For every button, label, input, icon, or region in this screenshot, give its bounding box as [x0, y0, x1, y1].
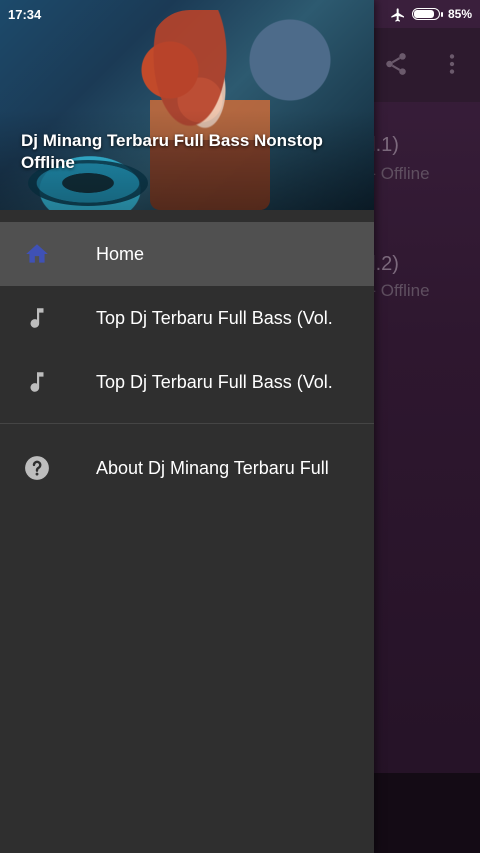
menu-item-top-dj-vol2[interactable]: Top Dj Terbaru Full Bass (Vol.	[0, 350, 374, 414]
menu-item-label: Top Dj Terbaru Full Bass (Vol.	[96, 371, 333, 392]
status-bar: 17:34 85%	[0, 0, 480, 28]
background-bottom-bar	[374, 773, 480, 853]
menu-item-top-dj-vol1[interactable]: Top Dj Terbaru Full Bass (Vol.	[0, 286, 374, 350]
music-note-icon	[24, 305, 50, 331]
airplane-mode-icon	[390, 7, 404, 22]
drawer-header-title: Dj Minang Terbaru Full Bass Nonstop Offl…	[21, 131, 323, 172]
menu-item-label: Home	[96, 243, 145, 264]
menu-item-label: About Dj Minang Terbaru Full	[96, 457, 329, 478]
status-time: 17:34	[8, 6, 42, 22]
status-indicators: 85%	[390, 7, 472, 22]
battery-percent: 85%	[447, 7, 472, 21]
home-icon	[24, 241, 50, 267]
share-icon[interactable]	[378, 46, 414, 82]
drawer-header-image: Dj Minang Terbaru Full Bass Nonstop Offl…	[0, 0, 374, 210]
menu-item-home[interactable]: Home	[0, 222, 374, 286]
menu-item-about[interactable]: About Dj Minang Terbaru Full	[0, 436, 374, 500]
music-note-icon	[24, 369, 50, 395]
menu-divider	[0, 423, 374, 424]
help-icon	[24, 455, 50, 481]
more-vert-icon[interactable]	[434, 46, 470, 82]
menu-item-label: Top Dj Terbaru Full Bass (Vol.	[96, 307, 333, 328]
navigation-drawer: Dj Minang Terbaru Full Bass Nonstop Offl…	[0, 0, 374, 853]
battery-icon	[411, 8, 443, 20]
